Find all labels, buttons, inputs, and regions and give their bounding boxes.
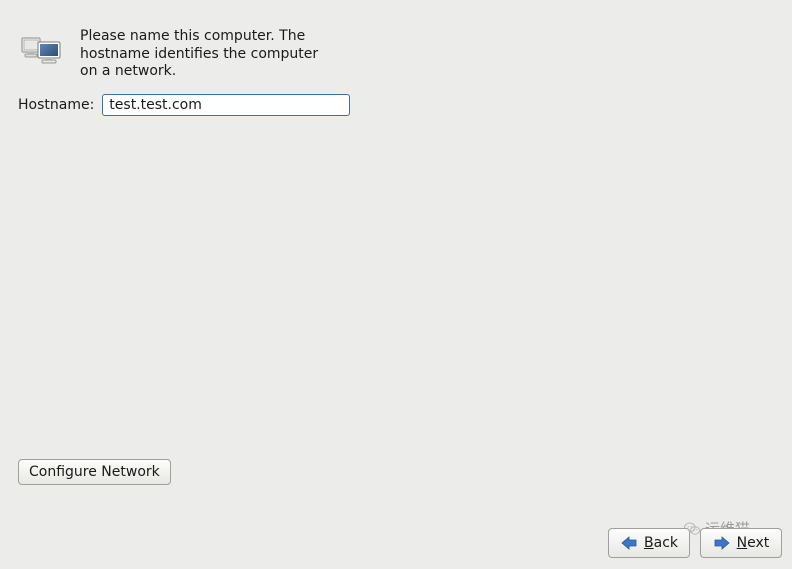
arrow-right-icon	[713, 536, 731, 550]
computer-network-icon	[18, 32, 66, 76]
hostname-row: Hostname:	[18, 94, 350, 116]
next-button-label: Next	[737, 535, 770, 551]
header-description: Please name this computer. The hostname …	[80, 28, 332, 81]
next-button[interactable]: Next	[700, 528, 782, 558]
header-row: Please name this computer. The hostname …	[18, 28, 332, 81]
back-button[interactable]: Back	[608, 528, 690, 558]
back-button-label: Back	[644, 535, 678, 551]
hostname-label: Hostname:	[18, 97, 94, 113]
hostname-input[interactable]	[102, 94, 350, 116]
installer-hostname-page: Please name this computer. The hostname …	[0, 0, 792, 569]
nav-bar: Back Next	[608, 528, 782, 558]
arrow-left-icon	[620, 536, 638, 550]
configure-network-button[interactable]: Configure Network	[18, 459, 171, 485]
